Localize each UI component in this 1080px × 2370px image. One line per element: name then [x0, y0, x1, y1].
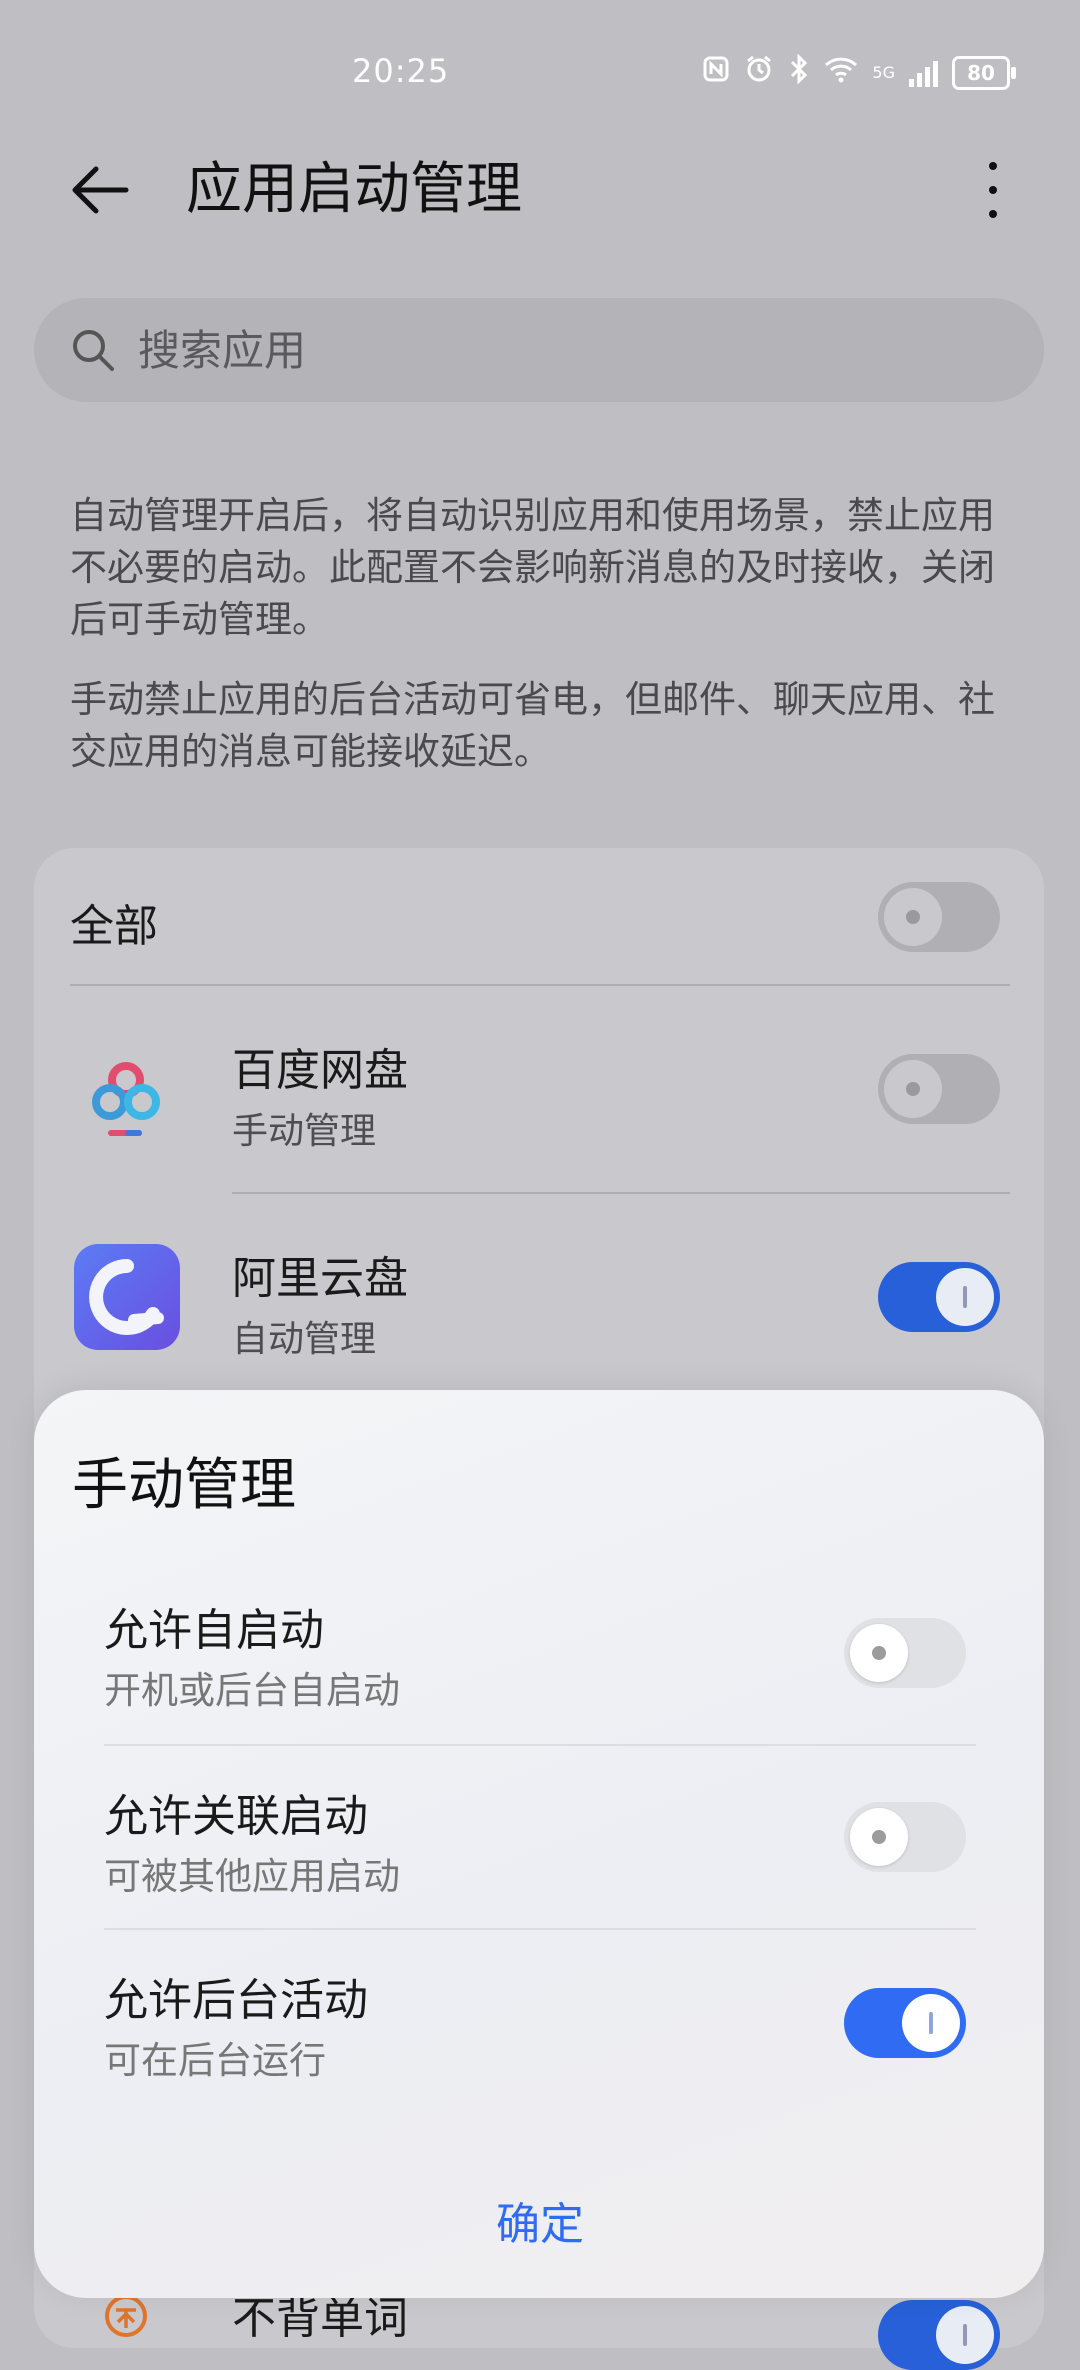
option-associated-start-sub: 可被其他应用启动	[104, 1855, 400, 1898]
arrow-left-icon	[72, 166, 129, 214]
signal-icon	[909, 59, 938, 87]
more-dot-icon	[989, 162, 997, 170]
app-name-baidu: 百度网盘	[232, 1045, 408, 1096]
aliyun-drive-icon	[74, 1244, 180, 1350]
search-bar[interactable]	[34, 298, 1044, 402]
bubei-toggle[interactable]	[878, 2300, 1000, 2370]
sheet-title: 手动管理	[72, 1453, 296, 1518]
divider	[104, 1744, 976, 1746]
bluetooth-icon	[788, 53, 810, 91]
app-mode-aliyun: 自动管理	[232, 1319, 377, 1360]
all-label: 全部	[70, 901, 158, 952]
associated-start-toggle[interactable]	[844, 1802, 966, 1872]
option-auto-start-label: 允许自启动	[104, 1605, 324, 1656]
wifi-icon	[824, 55, 858, 90]
search-input[interactable]	[136, 324, 940, 376]
description-manual: 手动禁止应用的后台活动可省电，但邮件、聊天应用、社交应用的消息可能接收延迟。	[70, 678, 995, 773]
aliyun-toggle[interactable]	[878, 1262, 1000, 1332]
description-auto: 自动管理开启后，将自动识别应用和使用场景，禁止应用不必要的启动。此配置不会影响新…	[70, 494, 995, 641]
network-type: 5G	[872, 62, 895, 82]
divider	[232, 1192, 1010, 1194]
alarm-icon	[744, 54, 774, 91]
option-associated-start-label: 允许关联启动	[104, 1791, 368, 1842]
option-auto-start-sub: 开机或后台自启动	[104, 1669, 400, 1712]
more-dot-icon	[989, 210, 997, 218]
divider	[70, 984, 1010, 986]
more-options-button[interactable]	[958, 150, 1028, 230]
status-icons: 5G 80	[702, 53, 1016, 91]
status-time: 20:25	[352, 52, 450, 90]
search-icon	[68, 325, 118, 375]
page-title: 应用启动管理	[186, 157, 522, 222]
back-button[interactable]	[60, 150, 140, 230]
baidu-toggle[interactable]	[878, 1054, 1000, 1124]
divider	[104, 1928, 976, 1930]
auto-start-toggle[interactable]	[844, 1618, 966, 1688]
app-name-aliyun: 阿里云盘	[232, 1253, 408, 1304]
baidu-netdisk-icon	[80, 1050, 170, 1140]
option-background-sub: 可在后台运行	[104, 2039, 326, 2082]
app-mode-baidu: 手动管理	[232, 1111, 377, 1152]
more-dot-icon	[989, 186, 997, 194]
option-background-label: 允许后台活动	[104, 1975, 368, 2026]
nfc-icon	[702, 55, 730, 90]
all-toggle[interactable]	[878, 882, 1000, 952]
background-activity-toggle[interactable]	[844, 1988, 966, 2058]
battery-icon: 80	[952, 55, 1016, 90]
confirm-button[interactable]: 确定	[340, 2180, 740, 2260]
bubei-words-icon	[104, 2294, 148, 2338]
